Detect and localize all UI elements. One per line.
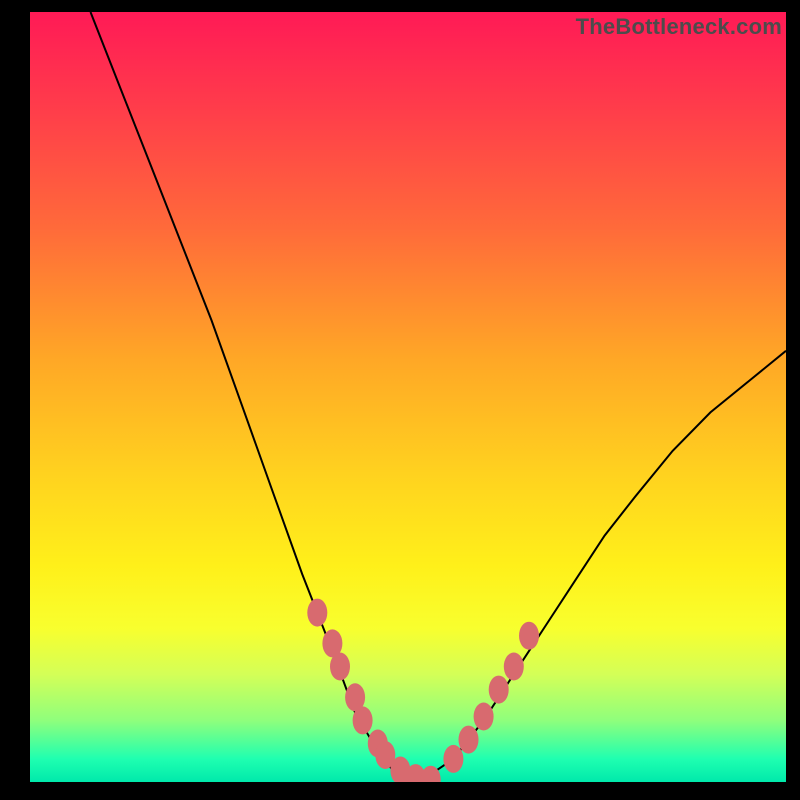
outer-frame: TheBottleneck.com [0, 0, 800, 800]
highlight-dot [443, 745, 463, 773]
highlight-dots-left [307, 599, 440, 782]
watermark-text: TheBottleneck.com [576, 14, 782, 40]
highlight-dot [353, 706, 373, 734]
highlight-dot [459, 726, 479, 754]
highlight-dot [489, 676, 509, 704]
curve-left-branch [91, 12, 409, 780]
highlight-dot [330, 653, 350, 681]
curve-layer [30, 12, 786, 782]
highlight-dot [307, 599, 327, 627]
highlight-dot [504, 653, 524, 681]
curve-right-branch [408, 351, 786, 780]
plot-area [30, 12, 786, 782]
highlight-dot [421, 766, 441, 782]
highlight-dot [519, 622, 539, 650]
highlight-dots-right [443, 622, 539, 773]
highlight-dot [474, 703, 494, 731]
